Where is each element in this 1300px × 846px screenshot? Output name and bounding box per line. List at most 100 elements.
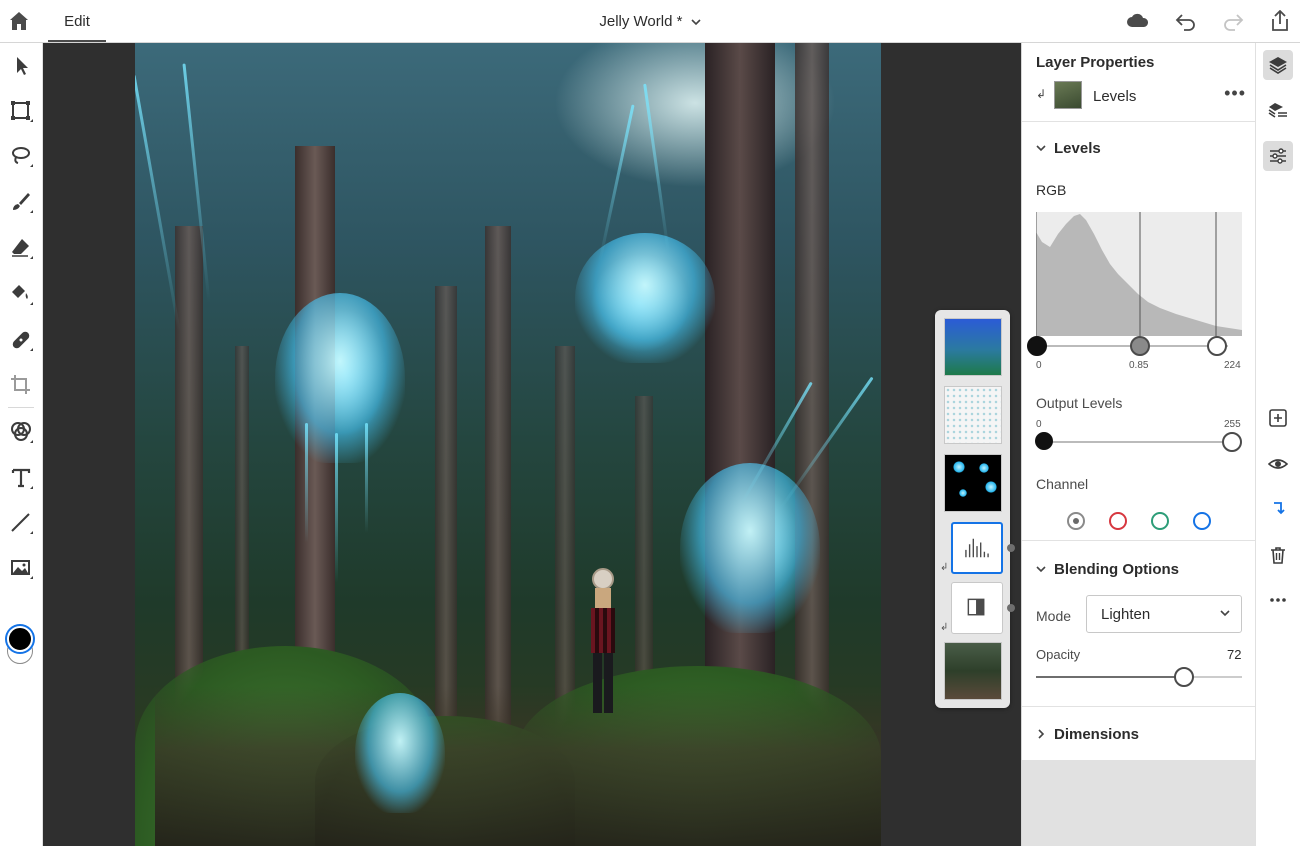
channel-green-radio[interactable] <box>1151 512 1169 530</box>
input-white-point-handle[interactable] <box>1207 336 1227 356</box>
chevron-down-icon <box>691 1 701 44</box>
top-bar: Edit Jelly World * <box>0 0 1300 43</box>
clipping-arrow-icon: ↲ <box>940 622 949 633</box>
input-black-value: 0 <box>1036 360 1042 371</box>
properties-panel-button[interactable] <box>1263 141 1293 171</box>
output-white-value: 255 <box>1224 419 1241 430</box>
blend-mode-value: Lighten <box>1101 606 1151 623</box>
chevron-down-icon <box>1036 143 1050 156</box>
add-icon <box>1269 409 1287 427</box>
forest-photo-layer-thumbnail[interactable] <box>944 642 1002 700</box>
opacity-slider-fill <box>1036 676 1185 678</box>
tools-toolbar <box>0 43 43 846</box>
toolbar-divider <box>8 407 34 408</box>
clipping-mask-icon <box>1274 502 1285 515</box>
clipping-mask-button[interactable] <box>1263 494 1293 524</box>
gradient-map-layer-thumbnail[interactable] <box>951 582 1003 634</box>
output-levels-track <box>1044 441 1230 443</box>
properties-panel: Layer Properties ↲ Levels ••• Levels RGB… <box>1021 43 1256 846</box>
line-tool-icon[interactable] <box>8 510 34 536</box>
brush-tool-icon[interactable] <box>8 189 34 215</box>
clipping-arrow-icon: ↲ <box>940 562 949 573</box>
eraser-tool-icon[interactable] <box>8 235 34 261</box>
mode-label: Mode <box>1036 608 1072 624</box>
histogram <box>1036 212 1242 336</box>
transform-tool-icon[interactable] <box>8 98 34 124</box>
healing-tool-icon[interactable] <box>8 327 34 353</box>
blending-section-header[interactable]: Blending Options <box>1036 561 1179 578</box>
layers-icon <box>1269 57 1287 74</box>
output-black-handle[interactable] <box>1035 432 1053 450</box>
levels-layer-thumbnail[interactable] <box>951 522 1003 574</box>
right-rail <box>1255 43 1300 846</box>
person-figure <box>583 568 623 718</box>
cloud-icon[interactable] <box>1126 10 1150 32</box>
input-black-point-handle[interactable] <box>1027 336 1047 356</box>
layer-handle[interactable] <box>1007 544 1015 552</box>
output-white-handle[interactable] <box>1222 432 1242 452</box>
opacity-label: Opacity <box>1036 647 1081 662</box>
select-tool-icon[interactable] <box>8 53 34 79</box>
dimensions-section-title: Dimensions <box>1054 726 1140 743</box>
undo-icon[interactable] <box>1174 10 1198 32</box>
panel-title: Layer Properties <box>1036 54 1155 71</box>
document-title[interactable]: Jelly World * <box>560 0 740 43</box>
current-layer-row[interactable]: ↲ Levels ••• <box>1036 81 1246 111</box>
panel-empty-area <box>1022 760 1256 846</box>
color-swatches[interactable] <box>5 626 35 664</box>
text-tool-icon[interactable] <box>8 465 34 491</box>
texture-layer-thumbnail[interactable] <box>944 386 1002 444</box>
output-black-value: 0 <box>1036 419 1042 430</box>
channel-red-radio[interactable] <box>1109 512 1127 530</box>
eye-icon <box>1268 459 1288 469</box>
more-options-icon[interactable]: ••• <box>1224 83 1246 104</box>
input-gamma-value: 0.85 <box>1129 360 1149 371</box>
jellyfish-layer-thumbnail[interactable] <box>944 454 1002 512</box>
chevron-down-icon <box>1036 564 1050 577</box>
input-white-value: 224 <box>1224 360 1241 371</box>
delete-layer-button[interactable] <box>1263 540 1293 570</box>
opacity-slider-handle[interactable] <box>1174 667 1195 687</box>
channel-label: Channel <box>1036 476 1089 492</box>
histogram-icon <box>965 538 989 558</box>
opacity-value: 72 <box>1227 647 1242 662</box>
layer-details-icon <box>1268 103 1287 118</box>
channel-blue-radio[interactable] <box>1193 512 1211 530</box>
channel-rgb-radio[interactable] <box>1067 512 1085 530</box>
add-layer-button[interactable] <box>1263 403 1293 433</box>
redo-icon[interactable] <box>1221 10 1245 32</box>
layers-thumbnail-stack: ↲ ↲ <box>935 310 1015 708</box>
layer-handle[interactable] <box>1007 604 1015 612</box>
input-gamma-handle[interactable] <box>1130 336 1150 356</box>
channel-name: RGB <box>1036 182 1067 198</box>
output-levels-label: Output Levels <box>1036 395 1123 411</box>
document-title-label: Jelly World * <box>599 13 683 30</box>
more-actions-button[interactable] <box>1263 585 1293 615</box>
gradient-layer-thumbnail[interactable] <box>944 318 1002 376</box>
blend-mode-dropdown[interactable]: Lighten <box>1086 595 1242 633</box>
adjustments-tool-icon[interactable] <box>8 419 34 445</box>
tab-edit[interactable]: Edit <box>48 0 106 42</box>
lasso-tool-icon[interactable] <box>8 143 34 169</box>
levels-section-title: Levels <box>1054 140 1101 157</box>
canvas-area[interactable] <box>43 43 1021 846</box>
chevron-down-icon <box>1219 606 1231 624</box>
home-icon[interactable] <box>8 10 30 32</box>
layers-panel-button[interactable] <box>1263 50 1293 80</box>
layer-details-button[interactable] <box>1263 95 1293 125</box>
crop-tool-icon[interactable] <box>8 372 34 398</box>
layer-mini-thumbnail <box>1054 81 1082 109</box>
blending-section-title: Blending Options <box>1054 561 1179 578</box>
more-icon <box>1270 598 1286 602</box>
layer-name: Levels <box>1093 88 1137 105</box>
paint-bucket-tool-icon[interactable] <box>8 281 34 307</box>
levels-section-header[interactable]: Levels <box>1036 140 1101 157</box>
share-icon[interactable] <box>1268 9 1292 32</box>
gradient-map-icon <box>967 598 985 616</box>
clipping-arrow-icon: ↲ <box>1036 87 1047 101</box>
document-image[interactable] <box>135 43 881 846</box>
foreground-color-swatch[interactable] <box>7 626 33 652</box>
visibility-button[interactable] <box>1263 449 1293 479</box>
place-image-tool-icon[interactable] <box>8 555 34 581</box>
dimensions-section-header[interactable]: Dimensions <box>1036 726 1139 743</box>
